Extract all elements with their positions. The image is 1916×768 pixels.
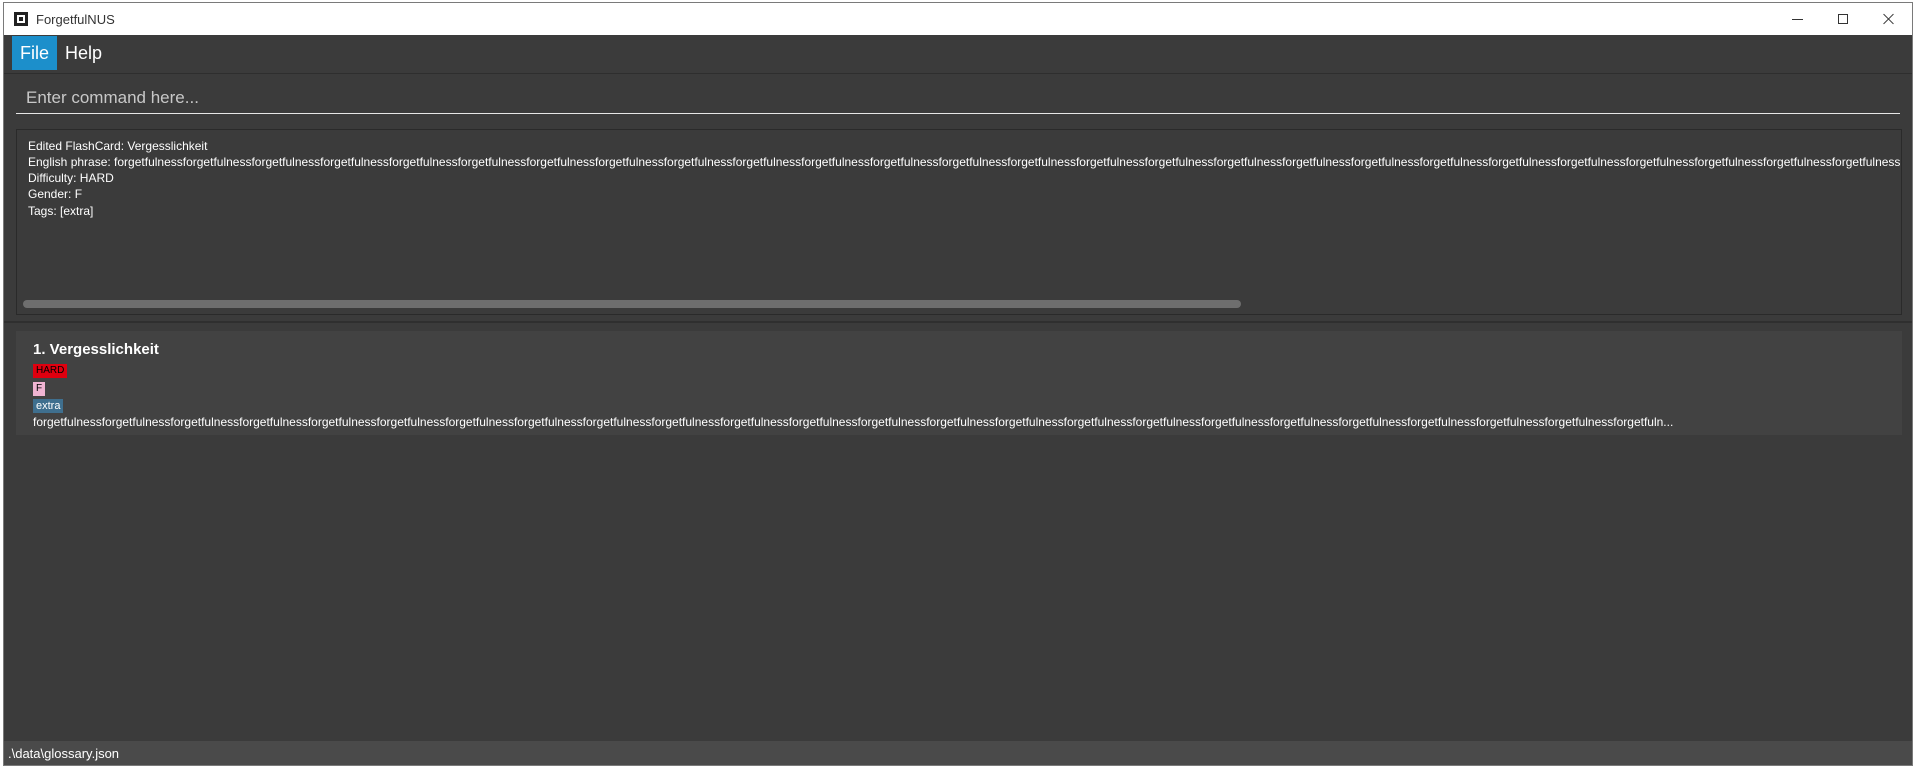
result-line: English phrase: forgetfulnessforgetfulne… (28, 155, 1901, 169)
maximize-icon (1838, 14, 1848, 24)
status-bar: .\data\glossary.json (4, 741, 1912, 765)
app-icon (14, 12, 28, 26)
title-bar[interactable]: ForgetfulNUS (4, 3, 1912, 35)
command-input[interactable] (16, 82, 1900, 114)
window-title: ForgetfulNUS (36, 11, 115, 27)
window-controls (1774, 3, 1912, 35)
minimize-button[interactable] (1774, 3, 1820, 35)
close-button[interactable] (1866, 3, 1912, 35)
command-box (4, 73, 1912, 124)
menu-help[interactable]: Help (57, 36, 110, 70)
status-file-path: .\data\glossary.json (8, 745, 120, 761)
difficulty-badge: HARD (33, 364, 68, 378)
horizontal-scrollbar[interactable] (23, 300, 1241, 308)
tag-badge: extra (33, 399, 64, 413)
maximize-button[interactable] (1820, 3, 1866, 35)
minimize-icon (1791, 18, 1803, 20)
result-line: Edited FlashCard: Vergesslichkeit (28, 139, 208, 153)
flashcard-list: 1. Vergesslichkeit HARD F extra forgetfu… (16, 331, 1902, 435)
app-window: ForgetfulNUS File Help Edited FlashCard:… (3, 2, 1913, 766)
close-icon (1883, 13, 1895, 25)
card-title: 1. Vergesslichkeit (33, 341, 159, 358)
result-line: Gender: F (28, 187, 83, 201)
result-display[interactable]: Edited FlashCard: Vergesslichkeit Englis… (16, 129, 1902, 315)
menu-bar: File Help (4, 35, 1912, 71)
gender-badge: F (33, 382, 46, 396)
card-english-phrase: forgetfulnessforgetfulnessforgetfulnessf… (33, 415, 1674, 429)
result-line: Difficulty: HARD (28, 171, 114, 185)
panel-divider[interactable] (4, 321, 1912, 323)
menu-file[interactable]: File (12, 36, 58, 70)
result-line: Tags: [extra] (28, 204, 94, 218)
